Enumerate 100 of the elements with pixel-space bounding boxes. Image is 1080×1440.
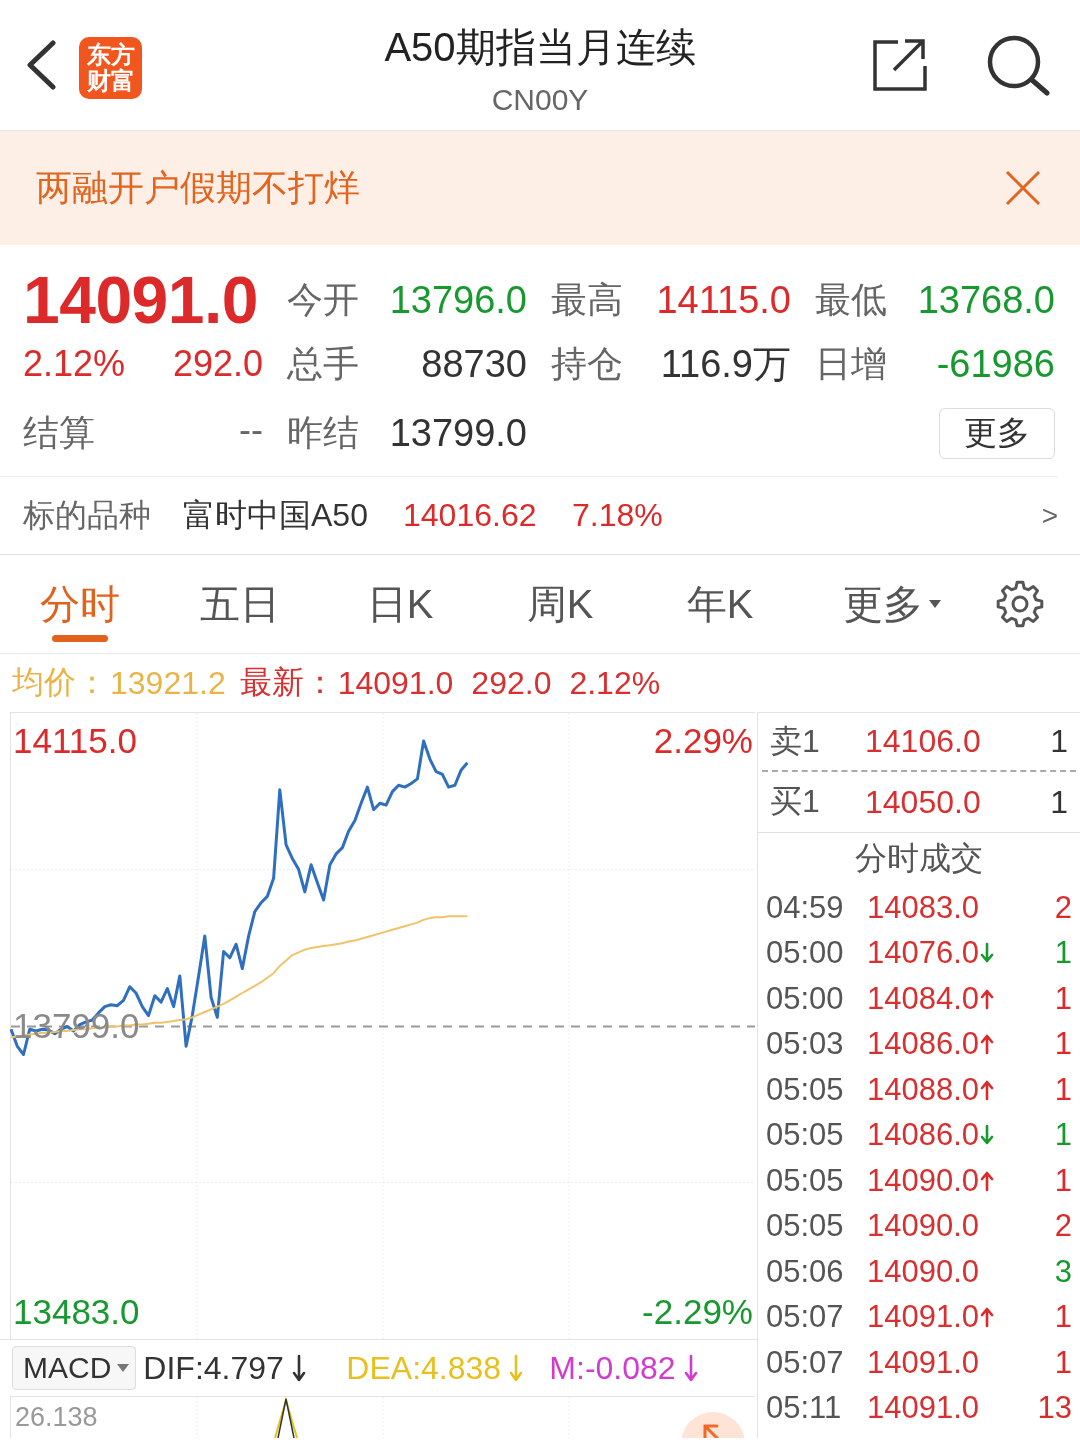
underlying-change: 7.18%	[572, 497, 663, 534]
field-value: 14115.0	[655, 278, 791, 322]
field-label: 最低	[815, 277, 888, 322]
trade-volume: 1	[1054, 1162, 1072, 1199]
order-volume: 1	[1050, 723, 1068, 760]
y-axis-label: 26.138	[15, 1401, 98, 1433]
change-percent: 2.12%	[23, 343, 126, 385]
underlying-label: 标的品种	[23, 495, 152, 535]
trade-time: 05:07	[766, 1299, 845, 1336]
trade-volume: 1	[1054, 1344, 1072, 1381]
order-label: 买1	[770, 782, 821, 821]
trade-price: 14086.0	[867, 1117, 980, 1154]
chart-tab[interactable]: 日K	[320, 555, 480, 653]
trade-volume: 1	[1054, 980, 1072, 1017]
latest-value: 14091.0	[337, 664, 454, 702]
trades-title: 分时成交	[854, 839, 984, 878]
trade-price: 14086.0	[867, 1026, 980, 1063]
chart-tab[interactable]: 更多	[800, 555, 960, 653]
field-value: 116.9万	[659, 341, 791, 387]
chart-tab[interactable]: 分时	[0, 555, 160, 653]
average-value: 13921.2	[110, 664, 226, 702]
trade-volume: 1	[1054, 1117, 1072, 1154]
order-price: 14106.0	[865, 723, 982, 760]
trade-price: 14091.0	[867, 1344, 980, 1381]
back-icon[interactable]	[25, 40, 57, 90]
trade-volume: 2	[1054, 889, 1072, 926]
trade-price: 14091.0	[867, 1299, 980, 1336]
field-label: 持仓	[551, 341, 624, 386]
field-value: -61986	[935, 342, 1055, 386]
trade-price: 14090.0	[867, 1162, 980, 1199]
trade-time: 05:05	[766, 1162, 845, 1199]
trade-time: 04:59	[766, 889, 845, 926]
last-price: 14091.0	[23, 262, 260, 338]
underlying-name: 富时中国A50	[183, 495, 369, 535]
field-label: 最高	[551, 277, 624, 322]
chart-tab[interactable]: 五日	[160, 555, 320, 653]
share-icon[interactable]	[872, 38, 928, 92]
field-label: 日增	[815, 341, 888, 386]
latest-value: 2.12%	[569, 664, 661, 702]
indicator-dropdown[interactable]: MACD	[12, 1346, 137, 1390]
trade-price: 14091.0	[867, 1390, 980, 1427]
settings-icon[interactable]	[996, 580, 1044, 628]
order-price: 14050.0	[865, 783, 982, 821]
trade-time: 05:00	[766, 980, 845, 1017]
y-axis-label: 13483.0	[13, 1291, 140, 1332]
trade-time: 05:05	[766, 1208, 845, 1245]
trade-time: 05:05	[766, 1117, 845, 1154]
page-title: A50期指当月连续	[384, 24, 696, 71]
trade-volume: 13	[1037, 1390, 1072, 1427]
latest-value: 292.0	[471, 664, 552, 702]
close-icon[interactable]	[1005, 170, 1041, 206]
underlying-price: 14016.62	[403, 497, 538, 534]
average-label: 均价：	[12, 663, 108, 702]
trade-time: 05:00	[766, 935, 845, 972]
chart-tab[interactable]: 周K	[480, 555, 640, 653]
field-value: 13768.0	[916, 278, 1055, 322]
trade-time: 05:05	[766, 1071, 845, 1108]
trade-volume: 1	[1054, 935, 1072, 972]
latest-label: 最新：	[239, 663, 336, 702]
trade-time: 05:07	[766, 1344, 845, 1381]
app-logo: 东方财富	[79, 37, 142, 99]
trade-price: 14090.0	[867, 1208, 980, 1245]
trade-volume: 2	[1054, 1208, 1072, 1245]
chevron-link[interactable]: >	[1041, 499, 1058, 532]
trade-volume: 1	[1054, 1026, 1072, 1063]
y-axis-label: 14115.0	[13, 721, 137, 761]
percent-axis-label: 2.29%	[653, 721, 753, 761]
field-value: --	[239, 408, 263, 452]
trade-time: 05:11	[766, 1390, 843, 1427]
contract-code: CN00Y	[490, 82, 590, 118]
order-label: 卖1	[770, 721, 821, 761]
trade-time: 05:06	[766, 1253, 845, 1290]
field-label: 昨结	[287, 410, 360, 455]
chart-tab[interactable]: 年K	[640, 555, 800, 653]
percent-axis-label: -2.29%	[642, 1291, 753, 1332]
field-value: 88730	[420, 342, 527, 386]
trade-price: 14083.0	[867, 889, 980, 926]
more-button[interactable]: 更多	[939, 407, 1055, 459]
trade-volume: 1	[1054, 1071, 1072, 1108]
indicator-value: DEA:4.838	[346, 1349, 502, 1387]
trade-price: 14084.0	[867, 980, 980, 1017]
arrow-button[interactable]	[681, 1412, 745, 1438]
trade-volume: 3	[1054, 1253, 1072, 1290]
field-label: 总手	[287, 341, 360, 386]
order-volume: 1	[1050, 783, 1068, 821]
field-value: 13799.0	[388, 411, 527, 455]
field-value: 13796.0	[388, 278, 527, 322]
trade-price: 14088.0	[867, 1071, 980, 1108]
change-amount: 292.0	[172, 343, 263, 385]
trade-time: 05:03	[766, 1026, 845, 1063]
promo-text: 两融开户假期不打烊	[36, 165, 360, 210]
field-label: 结算	[23, 410, 95, 455]
trade-price: 14090.0	[867, 1253, 980, 1290]
trade-volume: 1	[1054, 1299, 1072, 1336]
trade-price: 14076.0	[867, 935, 980, 972]
search-icon[interactable]	[986, 34, 1050, 96]
caret-icon	[117, 1364, 130, 1372]
indicator-value: DIF:4.797	[143, 1349, 284, 1387]
caret-icon	[929, 600, 941, 608]
field-label: 今开	[287, 277, 360, 322]
